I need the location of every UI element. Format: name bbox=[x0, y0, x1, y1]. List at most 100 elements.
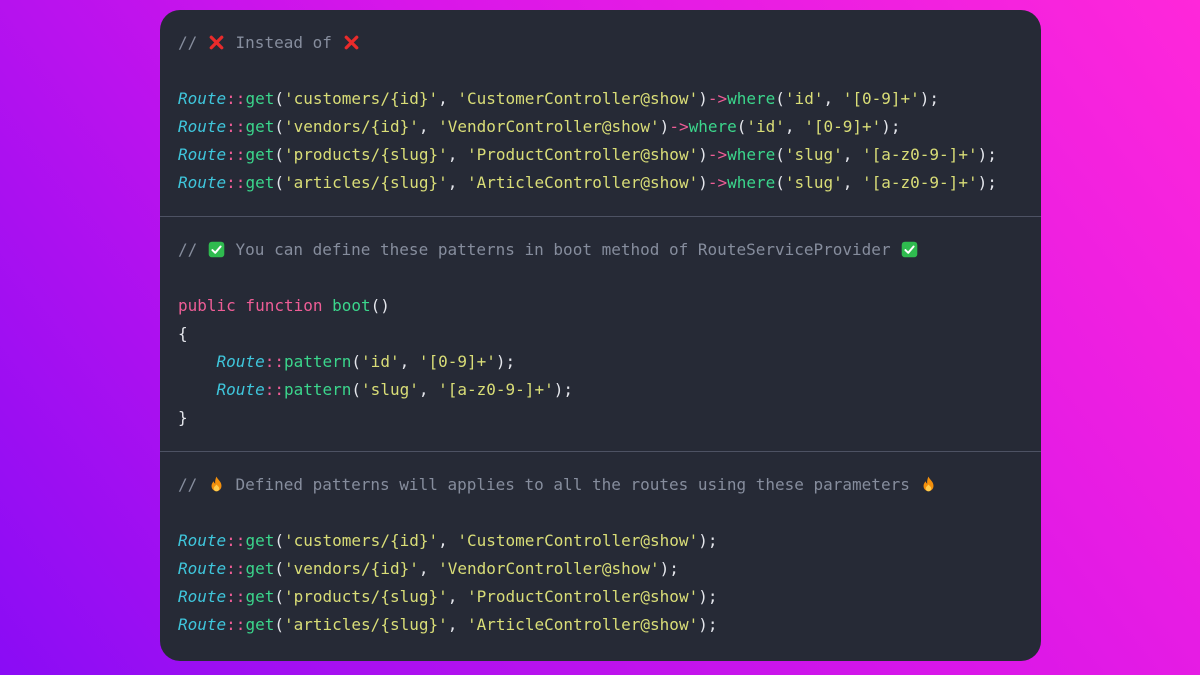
token-op: :: bbox=[226, 531, 246, 550]
token-plain: ( bbox=[736, 117, 747, 136]
token-plain: , bbox=[438, 531, 458, 550]
token-str: '[a-z0-9-]+' bbox=[861, 173, 978, 192]
cross-icon bbox=[208, 34, 225, 51]
token-fn: get bbox=[245, 145, 275, 164]
token-op: :: bbox=[226, 559, 246, 578]
token-plain: , bbox=[842, 173, 862, 192]
token-plain: ( bbox=[274, 587, 284, 606]
token-str: 'ArticleController@show' bbox=[467, 615, 699, 634]
token-kw: public function bbox=[178, 296, 333, 315]
token-op: :: bbox=[264, 380, 284, 399]
token-plain: , bbox=[447, 587, 468, 606]
token-comment: // bbox=[178, 475, 207, 494]
token-str: 'slug' bbox=[784, 145, 843, 164]
token-plain: ) bbox=[698, 173, 708, 192]
fire-icon bbox=[920, 476, 937, 493]
token-plain: ); bbox=[919, 89, 940, 108]
code-line: Route::get('customers/{id}', 'CustomerCo… bbox=[178, 527, 1023, 555]
token-comment: Defined patterns will applies to all the… bbox=[225, 475, 920, 494]
code-line: Route::get('vendors/{id}', 'VendorContro… bbox=[178, 113, 1023, 141]
token-str: 'vendors/{id}' bbox=[283, 117, 419, 136]
token-plain: , bbox=[447, 173, 468, 192]
code-line: Route::get('vendors/{id}', 'VendorContro… bbox=[178, 555, 1023, 583]
code-line: // You can define these patterns in boot… bbox=[178, 236, 1023, 264]
code-line: Route::pattern('slug', '[a-z0-9-]+'); bbox=[178, 376, 1023, 404]
token-plain: ); bbox=[698, 587, 718, 606]
code-line: } bbox=[178, 404, 1023, 432]
token-str: 'CustomerController@show' bbox=[457, 89, 699, 108]
token-class: Route bbox=[178, 615, 227, 634]
token-str: 'customers/{id}' bbox=[283, 89, 439, 108]
token-plain: ( bbox=[775, 145, 785, 164]
fire-icon bbox=[208, 476, 225, 493]
token-op: :: bbox=[226, 89, 246, 108]
token-fn: get bbox=[245, 587, 275, 606]
token-plain: ( bbox=[274, 173, 284, 192]
token-fn: where bbox=[688, 117, 737, 136]
code-line: // Instead of bbox=[178, 29, 1023, 57]
token-plain: ( bbox=[351, 352, 362, 371]
token-fn: get bbox=[245, 615, 275, 634]
token-comment: Instead of bbox=[225, 33, 342, 52]
token-plain: ( bbox=[274, 145, 284, 164]
token-fn: where bbox=[727, 89, 776, 108]
code-line: Route::get('articles/{slug}', 'ArticleCo… bbox=[178, 611, 1023, 639]
token-str: 'products/{slug}' bbox=[283, 587, 448, 606]
token-fn: boot bbox=[332, 296, 371, 315]
token-plain: ); bbox=[881, 117, 901, 136]
code-line: Route::get('articles/{slug}', 'ArticleCo… bbox=[178, 169, 1023, 197]
token-plain: ) bbox=[659, 117, 670, 136]
token-class: Route bbox=[216, 352, 265, 371]
token-fn: where bbox=[727, 173, 776, 192]
check-icon bbox=[208, 241, 225, 258]
token-class: Route bbox=[178, 145, 227, 164]
token-plain: , bbox=[438, 89, 458, 108]
token-str: '[a-z0-9-]+' bbox=[861, 145, 978, 164]
cross-icon bbox=[343, 34, 360, 51]
token-plain: ( bbox=[274, 531, 284, 550]
token-plain: ( bbox=[775, 173, 785, 192]
token-str: 'id' bbox=[746, 117, 785, 136]
token-op: -> bbox=[669, 117, 689, 136]
check-icon bbox=[901, 241, 918, 258]
token-fn: get bbox=[245, 89, 275, 108]
token-class: Route bbox=[178, 559, 227, 578]
token-plain: ( bbox=[775, 89, 785, 108]
code-line: Route::get('products/{slug}', 'ProductCo… bbox=[178, 141, 1023, 169]
token-str: '[0-9]+' bbox=[804, 117, 882, 136]
token-str: '[a-z0-9-]+' bbox=[438, 380, 554, 399]
token-plain: ); bbox=[698, 531, 718, 550]
token-str: 'id' bbox=[784, 89, 824, 108]
token-comment: // bbox=[178, 240, 207, 259]
token-op: :: bbox=[226, 615, 246, 634]
token-plain: ( bbox=[351, 380, 362, 399]
token-op: :: bbox=[226, 173, 246, 192]
token-class: Route bbox=[178, 89, 227, 108]
token-plain: , bbox=[418, 380, 439, 399]
code-line: public function boot() bbox=[178, 292, 1023, 320]
code-line: Route::get('products/{slug}', 'ProductCo… bbox=[178, 583, 1023, 611]
token-class: Route bbox=[178, 117, 227, 136]
token-fn: pattern bbox=[283, 352, 352, 371]
token-str: 'VendorController@show' bbox=[438, 117, 660, 136]
token-comment: You can define these patterns in boot me… bbox=[225, 240, 901, 259]
token-str: 'products/{slug}' bbox=[283, 145, 448, 164]
token-op: :: bbox=[226, 587, 246, 606]
code-line: // Defined patterns will applies to all … bbox=[178, 471, 1023, 499]
code-snippet-card: // Instead of Route::get('customers/{id}… bbox=[160, 10, 1041, 661]
token-op: -> bbox=[707, 173, 728, 192]
token-plain: ); bbox=[698, 615, 718, 634]
code-section-instead-of: // Instead of Route::get('customers/{id}… bbox=[160, 10, 1041, 216]
code-section-define-patterns: // You can define these patterns in boot… bbox=[160, 216, 1041, 451]
token-str: 'articles/{slug}' bbox=[283, 615, 448, 634]
token-plain: , bbox=[418, 559, 439, 578]
token-str: 'ArticleController@show' bbox=[467, 173, 699, 192]
token-op: :: bbox=[226, 145, 246, 164]
token-str: 'ProductController@show' bbox=[467, 145, 699, 164]
token-plain: , bbox=[418, 117, 439, 136]
token-fn: get bbox=[245, 117, 275, 136]
token-str: 'articles/{slug}' bbox=[283, 173, 448, 192]
token-str: 'customers/{id}' bbox=[283, 531, 439, 550]
